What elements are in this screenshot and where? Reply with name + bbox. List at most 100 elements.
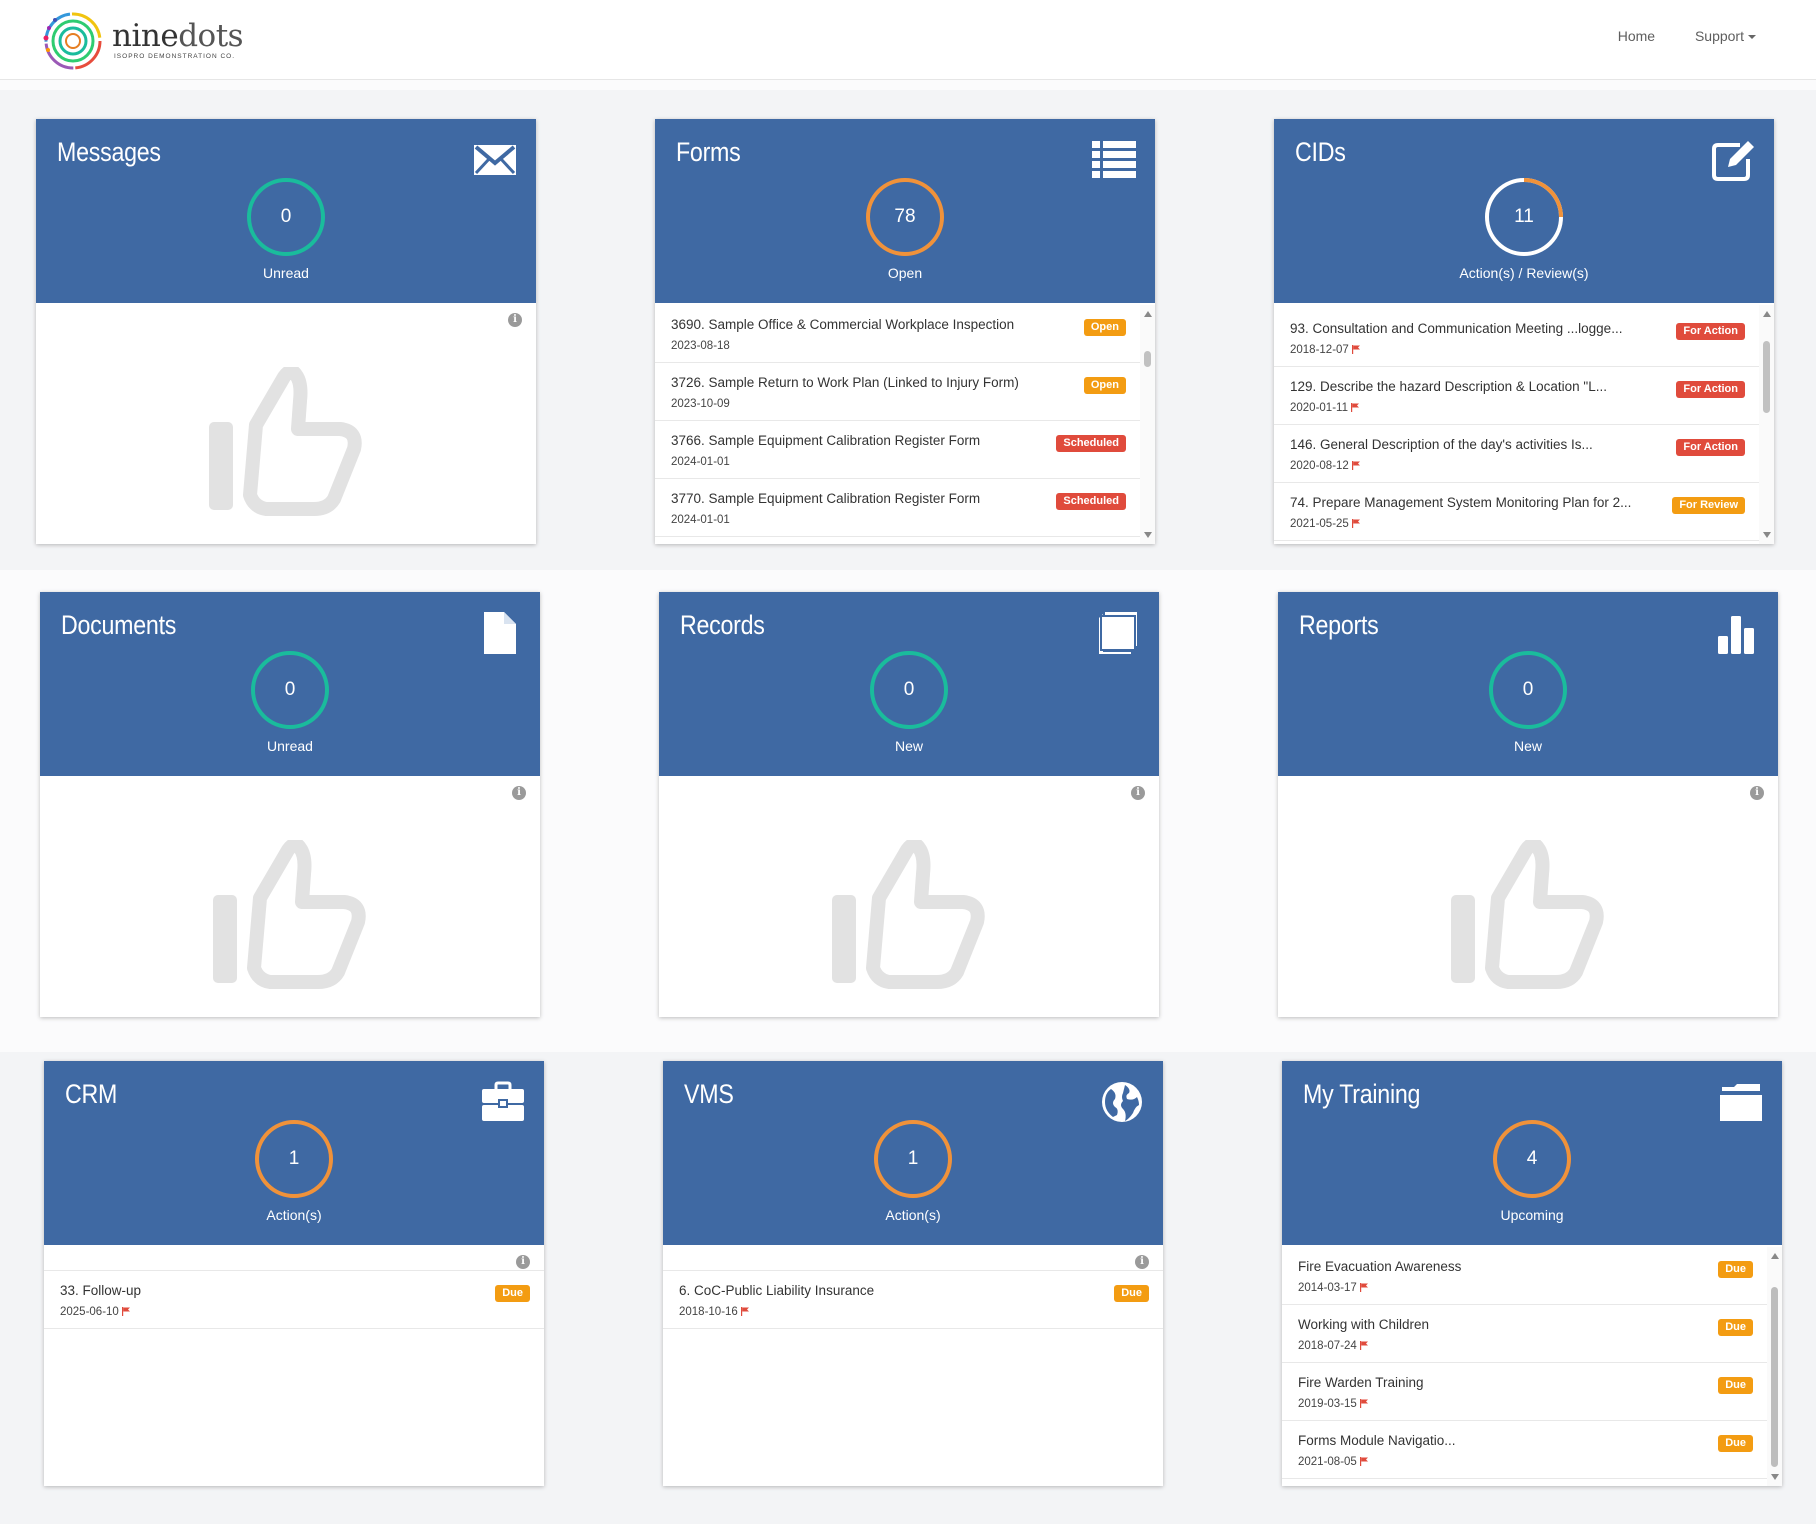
info-icon[interactable]: i	[1135, 1255, 1149, 1269]
list-item[interactable]: 3690. Sample Office & Commercial Workpla…	[655, 305, 1140, 363]
count-value: 78	[894, 206, 916, 227]
count-value: 1	[907, 1148, 919, 1169]
status-badge: Due	[1718, 1319, 1753, 1336]
documents-card-header[interactable]: Documents 0 Unread	[40, 592, 540, 776]
date-text: 2014-03-17	[1298, 1282, 1357, 1294]
list-item[interactable]: 74. Prepare Management System Monitoring…	[1274, 483, 1759, 541]
nav-home-link[interactable]: Home	[1618, 28, 1655, 44]
scroll-thumb[interactable]	[1771, 1287, 1778, 1467]
scrollbar[interactable]	[1767, 1247, 1782, 1486]
status-badge: Due	[1114, 1285, 1149, 1302]
item-date: 2023-08-18	[671, 340, 730, 352]
list-item[interactable]: 146. General Description of the day's ac…	[1274, 425, 1759, 483]
thumbs-up-icon	[209, 367, 362, 516]
status-badge: Scheduled	[1056, 435, 1126, 452]
records-card: Records 0 New i	[659, 592, 1159, 1017]
list-item[interactable]: 33. Follow-up 2025-06-10 Due	[44, 1270, 544, 1329]
scroll-down-icon[interactable]	[1763, 532, 1771, 538]
brand-name: ninedots	[112, 18, 244, 54]
scroll-thumb[interactable]	[1763, 341, 1770, 413]
flag-icon	[740, 1307, 749, 1317]
list-item[interactable]: Fire Evacuation Awareness 2014-03-17 Due	[1282, 1247, 1767, 1305]
item-date: 2021-05-25	[1290, 518, 1360, 530]
item-title: Working with Children	[1298, 1317, 1430, 1332]
folder-icon	[1720, 1084, 1762, 1121]
scroll-up-icon[interactable]	[1763, 311, 1771, 317]
messages-card-header[interactable]: Messages 0 Unread	[36, 119, 536, 303]
training-card-header[interactable]: My Training 4 Upcoming	[1282, 1061, 1782, 1245]
caret-down-icon	[1748, 35, 1756, 40]
reports-card-header[interactable]: Reports 0 New	[1278, 592, 1778, 776]
cids-card-header[interactable]: CIDs 11 Action(s) / Review(s)	[1274, 119, 1774, 303]
training-list: Fire Evacuation Awareness 2014-03-17 Due…	[1282, 1247, 1767, 1479]
scroll-down-icon[interactable]	[1771, 1474, 1779, 1480]
vms-card-header[interactable]: VMS 1 Action(s)	[663, 1061, 1163, 1245]
scroll-down-icon[interactable]	[1144, 532, 1152, 538]
nav-links: Home Support	[1582, 28, 1756, 44]
forms-card: Forms 78 Open 3690. Sample Office & Comm…	[655, 119, 1155, 544]
list-item[interactable]: 3766. Sample Equipment Calibration Regis…	[655, 421, 1140, 479]
cids-list: 93. Consultation and Communication Meeti…	[1274, 309, 1759, 541]
flag-icon	[1351, 519, 1360, 529]
info-icon[interactable]: i	[516, 1255, 530, 1269]
card-title: Records	[680, 610, 765, 640]
scroll-up-icon[interactable]	[1771, 1253, 1779, 1259]
list-item[interactable]: Fire Warden Training 2019-03-15 Due	[1282, 1363, 1767, 1421]
card-title: CIDs	[1295, 137, 1346, 167]
list-item[interactable]: 93. Consultation and Communication Meeti…	[1274, 309, 1759, 367]
info-icon[interactable]: i	[508, 313, 522, 327]
envelope-icon	[474, 145, 516, 175]
card-title: Messages	[57, 137, 161, 167]
scroll-thumb[interactable]	[1144, 351, 1151, 367]
item-title: 3766. Sample Equipment Calibration Regis…	[671, 433, 981, 448]
vms-list: 6. CoC-Public Liability Insurance 2018-1…	[663, 1270, 1163, 1329]
documents-card: Documents 0 Unread i	[40, 592, 540, 1017]
flag-icon	[1359, 1283, 1368, 1293]
scrollbar[interactable]	[1759, 305, 1774, 544]
item-title: Fire Evacuation Awareness	[1298, 1259, 1462, 1274]
crm-card-header[interactable]: CRM 1 Action(s)	[44, 1061, 544, 1245]
date-text: 2018-07-24	[1298, 1340, 1357, 1352]
status-badge: For Action	[1676, 323, 1745, 340]
list-item[interactable]: 6. CoC-Public Liability Insurance 2018-1…	[663, 1270, 1163, 1329]
card-title: Documents	[61, 610, 177, 640]
card-title: VMS	[684, 1079, 734, 1109]
forms-card-header[interactable]: Forms 78 Open	[655, 119, 1155, 303]
list-item[interactable]: 3726. Sample Return to Work Plan (Linked…	[655, 363, 1140, 421]
info-icon[interactable]: i	[1750, 786, 1764, 800]
scroll-up-icon[interactable]	[1144, 311, 1152, 317]
flag-icon	[1359, 1399, 1368, 1409]
messages-card: Messages 0 Unread i	[36, 119, 536, 544]
count-label: Unread	[263, 265, 309, 281]
status-badge: Open	[1083, 319, 1126, 336]
item-title: 33. Follow-up	[60, 1283, 142, 1298]
flag-icon	[1359, 1341, 1368, 1351]
flag-icon	[121, 1307, 130, 1317]
thumbs-up-icon	[1451, 840, 1604, 989]
item-date: 2018-07-24	[1298, 1340, 1368, 1352]
status-badge: Due	[1718, 1261, 1753, 1278]
info-icon[interactable]: i	[1131, 786, 1145, 800]
item-date: 2021-08-05	[1298, 1456, 1368, 1468]
date-text: 2020-08-12	[1290, 460, 1349, 472]
item-title: 3726. Sample Return to Work Plan (Linked…	[671, 375, 1019, 390]
count-label: Open	[887, 265, 923, 281]
edit-icon	[1712, 141, 1754, 181]
nav-support-dropdown[interactable]: Support	[1695, 28, 1756, 44]
item-date: 2019-03-15	[1298, 1398, 1368, 1410]
list-item[interactable]: Working with Children 2018-07-24 Due	[1282, 1305, 1767, 1363]
brand-logo[interactable]: ninedots ISOPRO DEMONSTRATION CO.	[40, 8, 260, 72]
list-item[interactable]: Forms Module Navigatio... 2021-08-05 Due	[1282, 1421, 1767, 1479]
count-label: New	[1513, 738, 1542, 754]
item-title: 129. Describe the hazard Description & L…	[1290, 379, 1607, 394]
info-icon[interactable]: i	[512, 786, 526, 800]
scrollbar[interactable]	[1140, 305, 1155, 544]
nine-dots-logo-icon	[43, 12, 102, 70]
date-text: 2021-08-05	[1298, 1456, 1357, 1468]
item-title: 6. CoC-Public Liability Insurance	[679, 1283, 875, 1298]
list-item[interactable]: 129. Describe the hazard Description & L…	[1274, 367, 1759, 425]
list-item[interactable]: 3770. Sample Equipment Calibration Regis…	[655, 479, 1140, 537]
records-card-header[interactable]: Records 0 New	[659, 592, 1159, 776]
count-value: 4	[1526, 1148, 1538, 1169]
status-badge: Due	[1718, 1435, 1753, 1452]
